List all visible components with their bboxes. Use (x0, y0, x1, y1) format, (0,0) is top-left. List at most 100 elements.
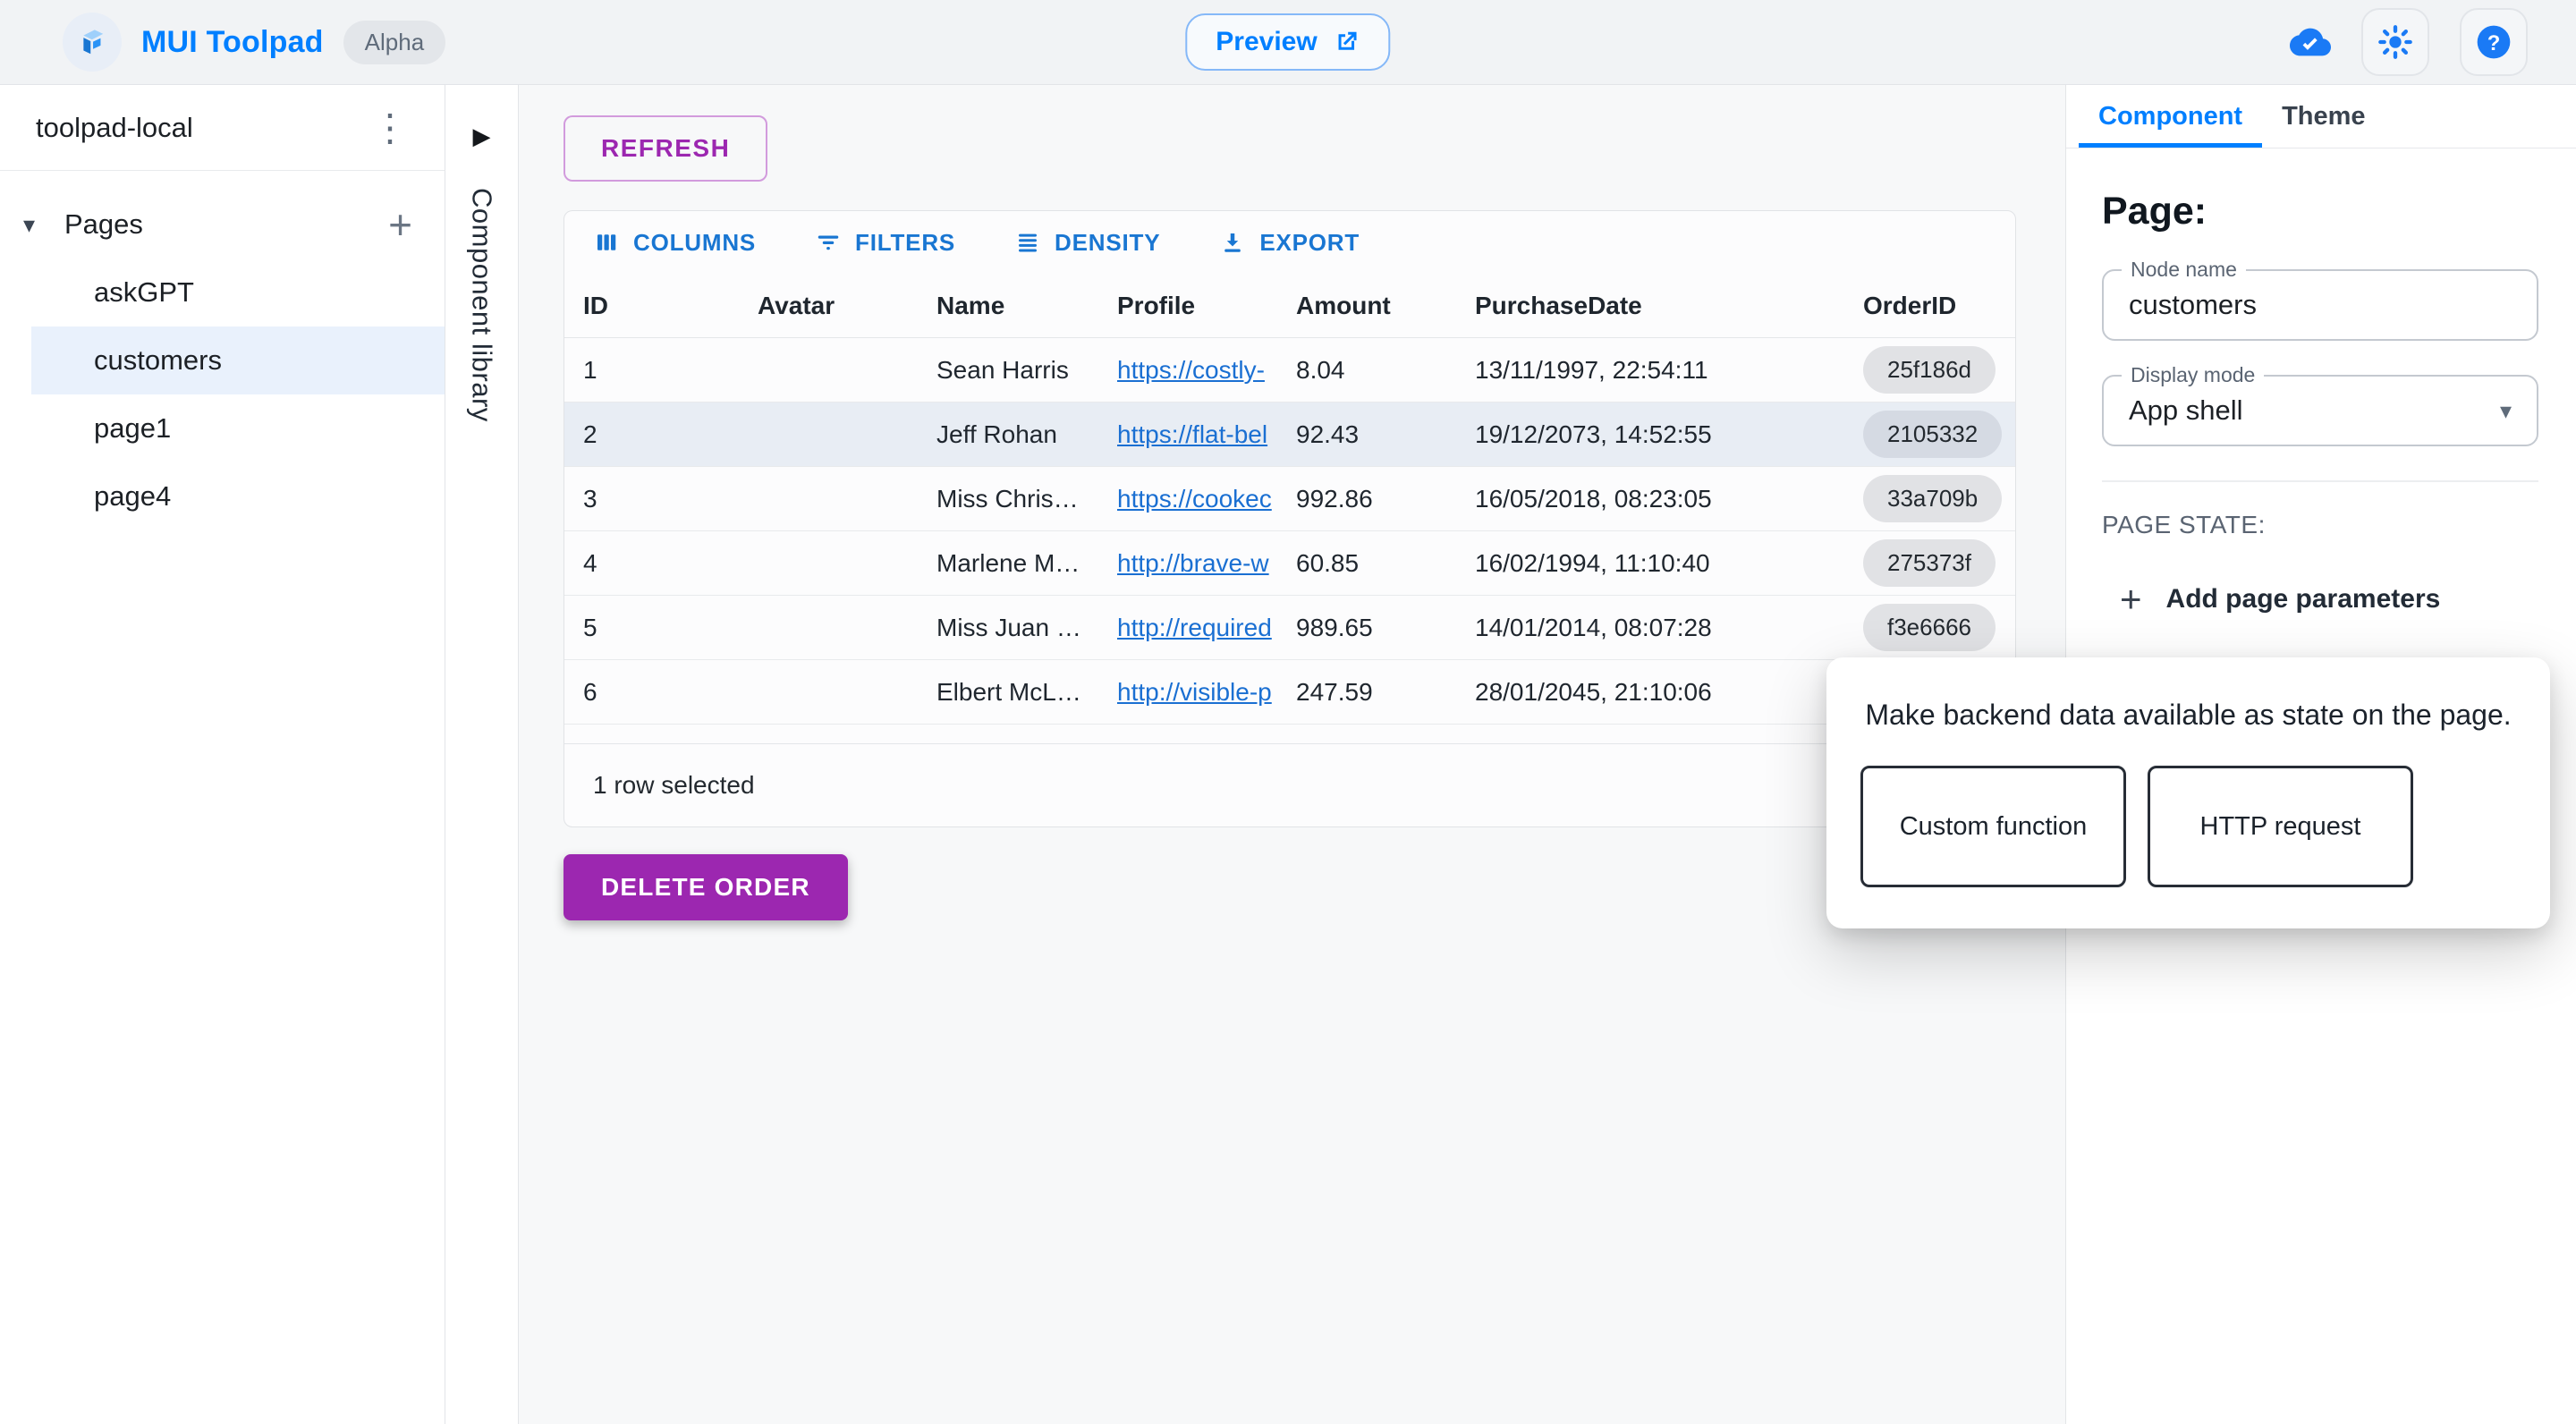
svg-text:?: ? (2487, 31, 2501, 55)
page-state-label: PAGE STATE: (2102, 511, 2538, 539)
top-bar-actions: ? (2290, 8, 2528, 76)
custom-function-button[interactable]: Custom function (1860, 766, 2126, 887)
cell-purchasedate: 13/11/1997, 22:54:11 (1475, 356, 1863, 385)
tab-theme[interactable]: Theme (2262, 85, 2385, 148)
column-header-profile[interactable]: Profile (1117, 292, 1296, 320)
cell-id: 2 (583, 420, 758, 449)
top-bar: MUI Toolpad Alpha Preview (0, 0, 2576, 85)
expand-panel-arrow-icon[interactable]: ▶ (473, 123, 491, 150)
order-id-chip: 2105332 (1863, 411, 2002, 458)
add-page-parameters-button[interactable]: + Add page parameters (2120, 581, 2538, 618)
refresh-button[interactable]: REFRESH (564, 115, 767, 182)
order-id-chip: 275373f (1863, 539, 1996, 587)
cell-name: Miss Chris… (936, 485, 1117, 513)
popover-message: Make backend data available as state on … (1826, 699, 2550, 732)
table-row[interactable]: 1 Sean Harris https://costly- 8.04 13/11… (564, 338, 2015, 403)
display-mode-value: App shell (2129, 394, 2454, 427)
app-title: MUI Toolpad (141, 25, 324, 60)
column-header-avatar[interactable]: Avatar (758, 292, 936, 320)
toolpad-logo-icon (63, 13, 122, 72)
sidebar-item-customers[interactable]: customers (31, 326, 445, 394)
column-header-purchasedate[interactable]: PurchaseDate (1475, 292, 1863, 320)
project-name: toolpad-local (36, 112, 193, 144)
divider (2102, 480, 2538, 482)
data-grid-footer: 1 row selected (564, 744, 2015, 826)
cell-name: Sean Harris (936, 356, 1117, 385)
brand: MUI Toolpad Alpha (63, 13, 445, 72)
inspector-tabs: Component Theme (2066, 85, 2576, 148)
plus-icon: + (2120, 581, 2142, 618)
column-header-id[interactable]: ID (583, 292, 758, 320)
data-grid-toolbar: COLUMNS FILTERS DENSITY (564, 211, 2015, 274)
order-id-chip: 33a709b (1863, 475, 2002, 522)
profile-link[interactable]: http://required (1117, 614, 1296, 642)
pages-section-label: Pages (64, 208, 143, 241)
cell-id: 6 (583, 678, 758, 707)
columns-icon (593, 229, 620, 256)
cell-id: 4 (583, 549, 758, 578)
theme-brightness-button[interactable] (2361, 8, 2429, 76)
node-name-value[interactable]: customers (2129, 289, 2454, 321)
sidebar-item-page1[interactable]: page1 (0, 394, 445, 462)
delete-order-button[interactable]: DELETE ORDER (564, 854, 848, 920)
data-grid[interactable]: COLUMNS FILTERS DENSITY (564, 210, 2016, 827)
table-row[interactable]: 5 Miss Juan … http://required 989.65 14/… (564, 596, 2015, 660)
cell-purchasedate: 14/01/2014, 08:07:28 (1475, 614, 1863, 642)
alpha-badge: Alpha (343, 21, 446, 64)
pages-tree-header[interactable]: ▾ Pages + (0, 191, 445, 259)
cell-name: Marlene M… (936, 549, 1117, 578)
explorer-sidebar: toolpad-local ⋮ ▾ Pages + askGPT custome… (0, 85, 445, 1424)
cell-amount: 60.85 (1296, 549, 1475, 578)
preview-button[interactable]: Preview (1185, 13, 1390, 71)
node-name-label: Node name (2122, 258, 2246, 282)
cell-id: 3 (583, 485, 758, 513)
profile-link[interactable]: https://costly- (1117, 356, 1296, 385)
project-menu-kebab-icon[interactable]: ⋮ (371, 109, 409, 147)
cell-amount: 992.86 (1296, 485, 1475, 513)
cell-name: Jeff Rohan (936, 420, 1117, 449)
column-header-amount[interactable]: Amount (1296, 292, 1475, 320)
project-header: toolpad-local ⋮ (0, 85, 445, 171)
cell-id: 5 (583, 614, 758, 642)
tab-component[interactable]: Component (2079, 85, 2262, 148)
add-page-icon[interactable]: + (388, 204, 412, 245)
chevron-down-icon[interactable]: ▾ (23, 211, 64, 239)
density-button[interactable]: DENSITY (1014, 229, 1160, 257)
cell-amount: 989.65 (1296, 614, 1475, 642)
help-button[interactable]: ? (2460, 8, 2528, 76)
filters-button[interactable]: FILTERS (815, 229, 955, 257)
sidebar-item-askgpt[interactable]: askGPT (0, 259, 445, 326)
cell-id: 1 (583, 356, 758, 385)
component-library-label[interactable]: Component library (466, 188, 498, 422)
order-id-chip: 25f186d (1863, 346, 1996, 394)
open-in-new-icon (1334, 29, 1360, 55)
density-icon (1014, 229, 1041, 256)
order-id-chip: f3e6666 (1863, 604, 1996, 651)
profile-link[interactable]: http://brave-w (1117, 549, 1296, 578)
profile-link[interactable]: http://visible-p (1117, 678, 1296, 707)
filter-list-icon (815, 229, 842, 256)
table-row[interactable]: 4 Marlene M… http://brave-w 60.85 16/02/… (564, 531, 2015, 596)
profile-link[interactable]: https://flat-bel (1117, 420, 1296, 449)
cell-name: Miss Juan … (936, 614, 1117, 642)
display-mode-select[interactable]: Display mode App shell ▾ (2102, 375, 2538, 446)
table-row[interactable]: 6 Elbert McL… http://visible-p 247.59 28… (564, 660, 2015, 725)
column-header-name[interactable]: Name (936, 292, 1117, 320)
export-button[interactable]: EXPORT (1219, 229, 1360, 257)
selection-status: 1 row selected (593, 771, 755, 800)
cell-purchasedate: 16/05/2018, 08:23:05 (1475, 485, 1863, 513)
columns-button[interactable]: COLUMNS (593, 229, 756, 257)
download-icon (1219, 229, 1246, 256)
cell-amount: 92.43 (1296, 420, 1475, 449)
pages-tree: ▾ Pages + askGPT customers page1 page4 (0, 171, 445, 530)
select-caret-icon[interactable]: ▾ (2500, 397, 2512, 425)
preview-button-label: Preview (1216, 27, 1317, 57)
horizontal-scrollbar-track[interactable] (564, 725, 2015, 744)
sidebar-item-page4[interactable]: page4 (0, 462, 445, 530)
node-name-field[interactable]: Node name customers (2102, 269, 2538, 341)
profile-link[interactable]: https://cookec (1117, 485, 1296, 513)
column-header-orderid[interactable]: OrderID (1863, 292, 2015, 320)
table-row[interactable]: 3 Miss Chris… https://cookec 992.86 16/0… (564, 467, 2015, 531)
http-request-button[interactable]: HTTP request (2148, 766, 2413, 887)
table-row-selected[interactable]: 2 Jeff Rohan https://flat-bel 92.43 19/1… (564, 403, 2015, 467)
